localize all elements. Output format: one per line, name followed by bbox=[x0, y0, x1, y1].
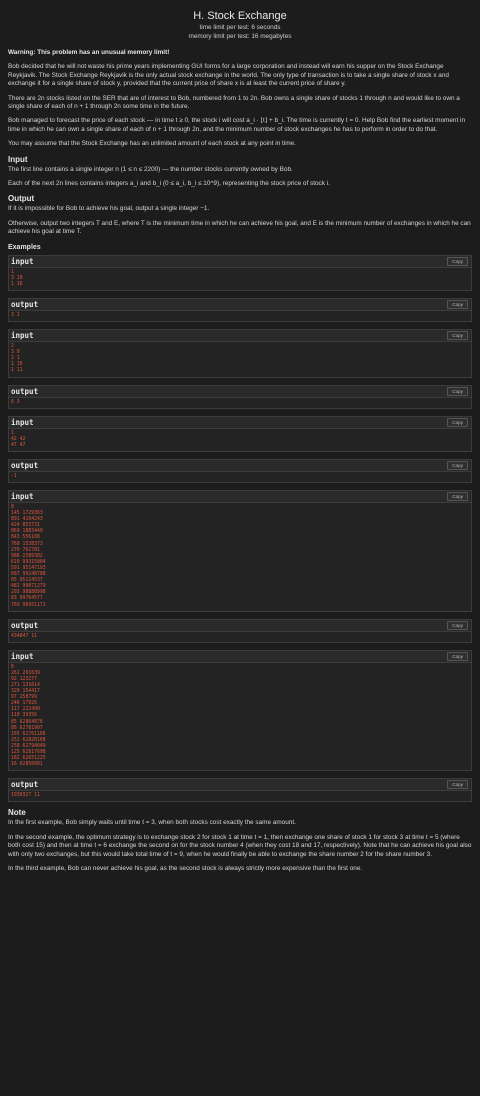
example-input-label: input bbox=[11, 651, 34, 661]
problem-page: H. Stock Exchange time limit per test: 6… bbox=[0, 0, 480, 873]
copy-output-button[interactable]: Copy bbox=[447, 386, 468, 396]
example-input-label: input bbox=[11, 492, 34, 501]
example-input-box: input Copy 1 3 10 1 16 bbox=[8, 254, 472, 291]
example-input-box: input Copy 2 3 0 2 1 1 10 1 11 bbox=[8, 329, 472, 378]
example-output-header: output Copy bbox=[9, 619, 471, 632]
example-input-text: 1 3 10 1 16 bbox=[11, 269, 23, 287]
copy-input-button[interactable]: Copy bbox=[447, 651, 468, 661]
example-output-box: output Copy 434847 11 bbox=[8, 618, 472, 643]
example-output-box: output Copy 3 1 bbox=[8, 297, 472, 323]
input-paragraph-2: Each of the next 2n lines contains integ… bbox=[8, 180, 330, 188]
example-input-label: input bbox=[11, 331, 34, 341]
time-limit: time limit per test: 6 seconds bbox=[199, 24, 281, 31]
note-paragraph-2: In the second example, the optimum strat… bbox=[8, 833, 472, 858]
note-paragraph-3: In the third example, Bob can never achi… bbox=[8, 865, 363, 872]
example-output-text: 434847 11 bbox=[11, 633, 37, 639]
examples-heading: Examples bbox=[8, 243, 41, 251]
note-paragraph-1: In the first example, Bob simply waits u… bbox=[8, 819, 296, 827]
example-input-text: 8 261 261639 92 123277 271 131614 320 15… bbox=[11, 664, 46, 768]
copy-input-button[interactable]: Copy bbox=[447, 417, 468, 427]
copy-output-button[interactable]: Copy bbox=[447, 620, 468, 630]
statement-paragraph-1: Bob decided that he will not waste his p… bbox=[8, 63, 449, 88]
output-paragraph-2: Otherwise, output two integers T and E, … bbox=[8, 219, 471, 236]
example-input-text: 2 3 0 2 1 1 10 1 11 bbox=[11, 344, 23, 374]
example-input-label: input bbox=[11, 417, 34, 427]
copy-input-button[interactable]: Copy bbox=[447, 256, 468, 266]
example-input-box: input Copy 1 42 42 47 47 bbox=[8, 415, 472, 452]
statement-paragraph-3: Bob managed to forecast the price of eac… bbox=[8, 117, 465, 133]
copy-output-button[interactable]: Copy bbox=[447, 780, 468, 790]
example-output-box: output Copy 1030327 11 bbox=[8, 778, 472, 803]
example-input-text: 8 145 1729363 891 4194243 424 853731 869… bbox=[11, 505, 46, 608]
statement-paragraph-4: You may assume that the Stock Exchange h… bbox=[8, 140, 296, 148]
example-output-header: output Copy bbox=[9, 385, 471, 398]
example-output-header: output Copy bbox=[9, 298, 471, 311]
example-input-box: input Copy 8 261 261639 92 123277 271 13… bbox=[8, 649, 472, 772]
problem-limits: time limit per test: 6 seconds memory li… bbox=[8, 23, 472, 41]
example-output-box: output Copy -1 bbox=[8, 458, 472, 483]
example-output-label: output bbox=[11, 780, 39, 790]
example-output-text: 1030327 11 bbox=[11, 793, 40, 799]
output-heading: Output bbox=[8, 194, 35, 204]
statement-paragraph-2: There are 2n stocks listed on the SER th… bbox=[8, 94, 460, 111]
input-paragraph-1: The first line contains a single integer… bbox=[8, 165, 293, 173]
example-output-text: 6 3 bbox=[11, 399, 20, 405]
example-input-box: input Copy 8 145 1729363 891 4194243 424… bbox=[8, 490, 472, 612]
example-output-label: output bbox=[11, 299, 39, 309]
copy-input-button[interactable]: Copy bbox=[447, 492, 468, 501]
example-input-text: 1 42 42 47 47 bbox=[11, 430, 26, 448]
memory-limit: memory limit per test: 16 megabytes bbox=[188, 33, 292, 40]
output-paragraph-1: If it is impossible for Bob to achieve h… bbox=[8, 205, 210, 213]
example-output-text: -1 bbox=[11, 473, 17, 479]
example-input-header: input Copy bbox=[9, 255, 471, 268]
example-output-text: 3 1 bbox=[11, 312, 20, 318]
note-heading: Note bbox=[8, 808, 26, 818]
example-input-label: input bbox=[11, 256, 34, 266]
example-input-header: input Copy bbox=[9, 330, 471, 343]
problem-title: H. Stock Exchange bbox=[193, 10, 287, 22]
example-output-header: output Copy bbox=[9, 779, 471, 792]
example-input-header: input Copy bbox=[9, 491, 471, 503]
example-output-label: output bbox=[11, 386, 39, 396]
example-output-label: output bbox=[11, 620, 39, 630]
copy-input-button[interactable]: Copy bbox=[447, 331, 468, 341]
example-input-header: input Copy bbox=[9, 416, 471, 429]
examples-list: input Copy 1 3 10 1 16 output Copy 3 1 i… bbox=[8, 254, 472, 803]
example-output-box: output Copy 6 3 bbox=[8, 384, 472, 409]
example-input-header: input Copy bbox=[9, 650, 471, 663]
memory-warning: Warning: This problem has an unusual mem… bbox=[8, 49, 170, 56]
example-output-header: output Copy bbox=[9, 459, 471, 472]
input-heading: Input bbox=[8, 154, 28, 164]
copy-output-button[interactable]: Copy bbox=[447, 460, 468, 470]
copy-output-button[interactable]: Copy bbox=[447, 299, 468, 309]
example-output-label: output bbox=[11, 460, 39, 470]
